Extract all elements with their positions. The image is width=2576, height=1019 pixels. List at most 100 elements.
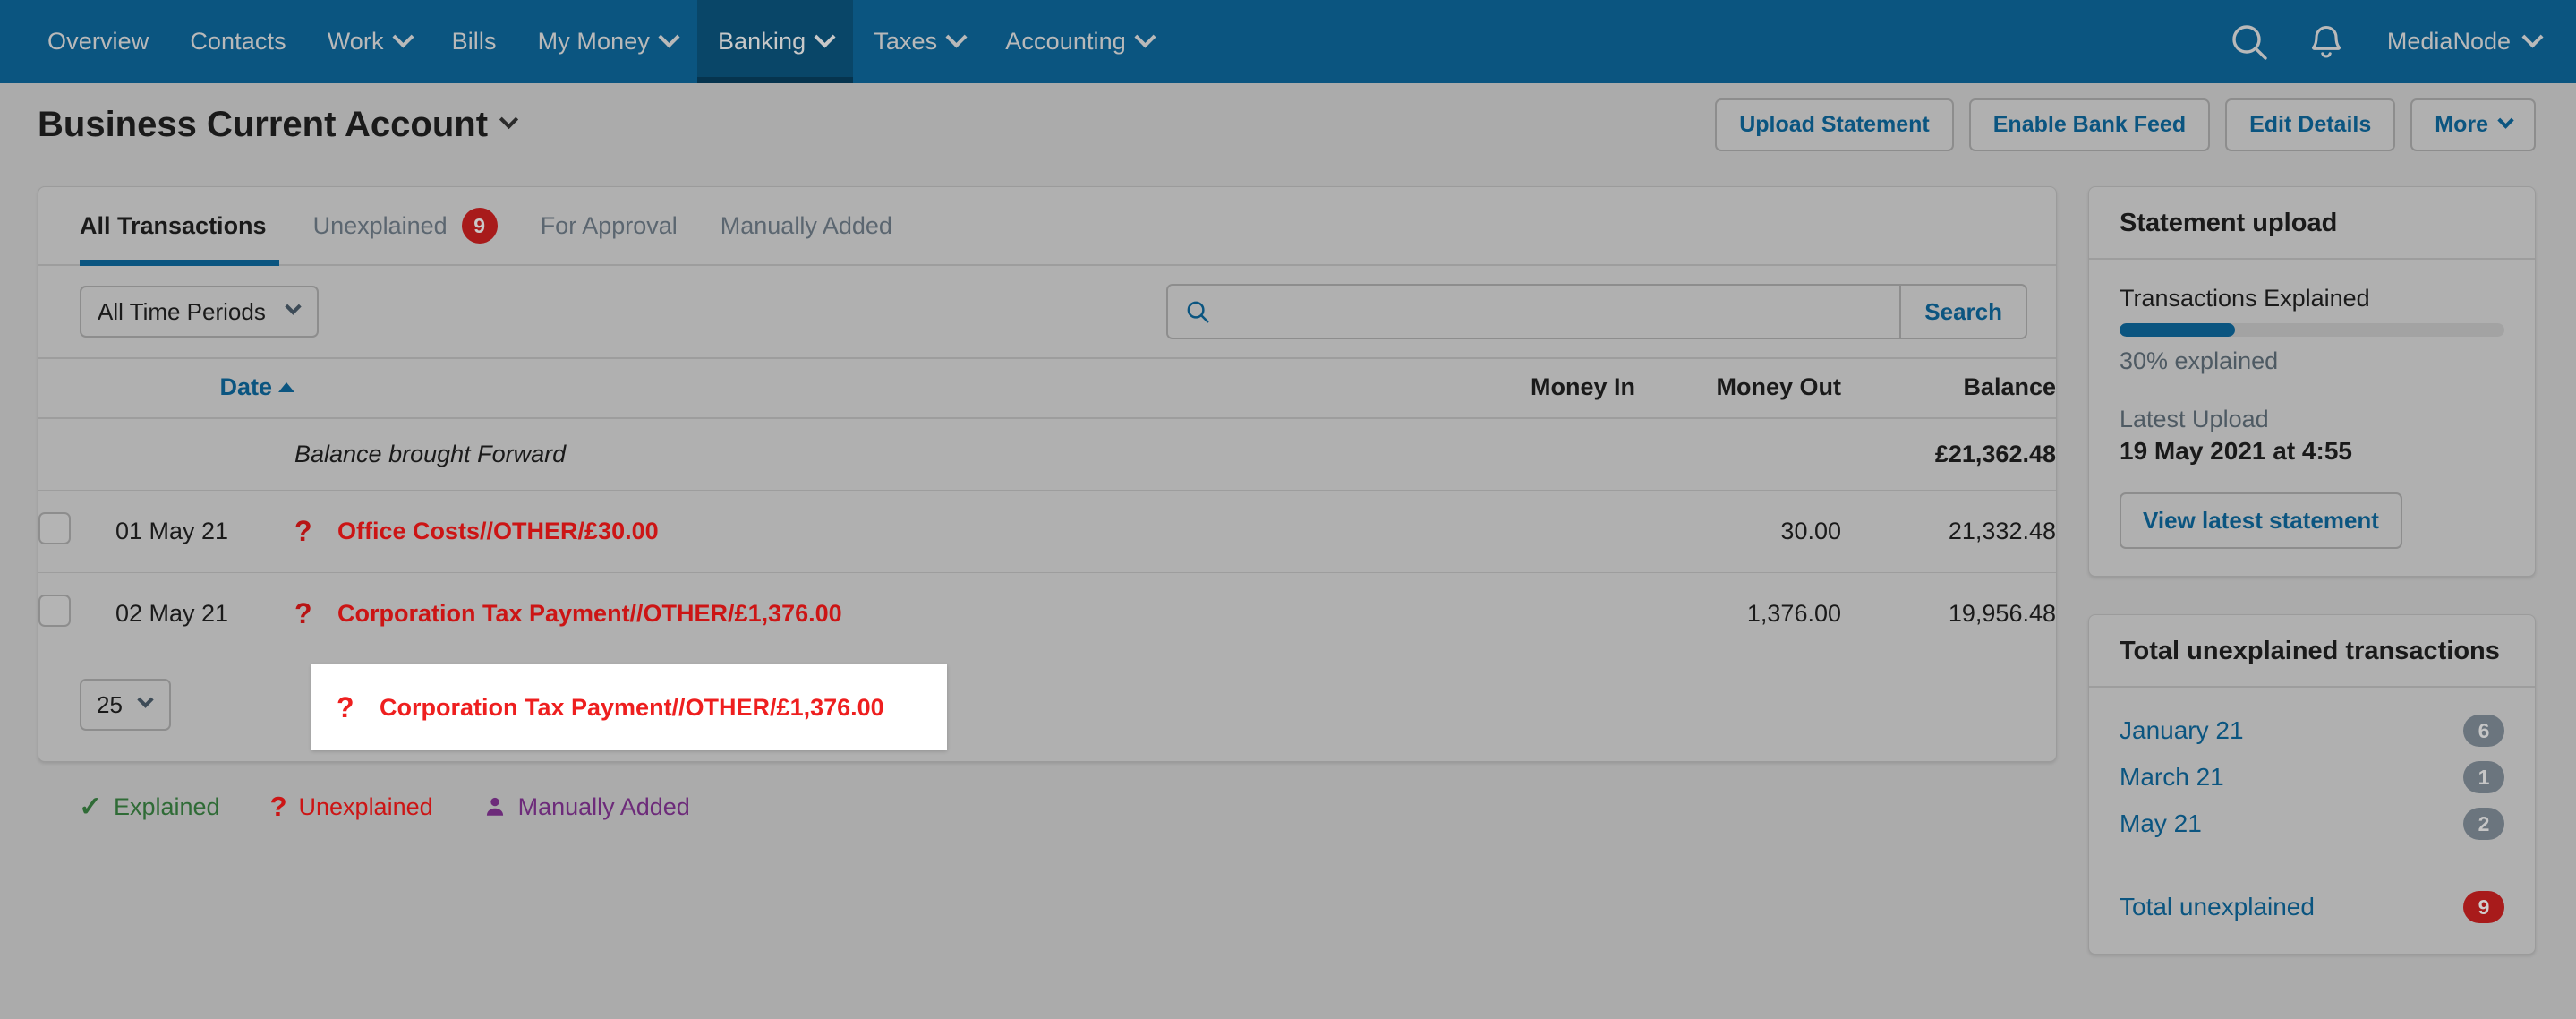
tab-for-approval[interactable]: For Approval (519, 187, 699, 264)
page-title[interactable]: Business Current Account (38, 105, 519, 145)
chevron-down-icon (1134, 26, 1156, 48)
search-icon[interactable] (2224, 17, 2274, 67)
nav-item-accounting[interactable]: Accounting (985, 0, 1173, 83)
search-input-wrap (1168, 286, 1900, 338)
time-period-select[interactable]: All Time Periods (80, 286, 319, 338)
transactions-tabbar: All Transactions Unexplained 9 For Appro… (38, 187, 2056, 266)
total-unexplained-card: Total unexplained transactions January 2… (2088, 614, 2536, 955)
page-title-text: Business Current Account (38, 105, 489, 144)
header-select-all (38, 357, 115, 419)
transaction-tooltip-popup[interactable]: ? Corporation Tax Payment//OTHER/£1,376.… (311, 664, 947, 750)
primary-nav: Overview Contacts Work Bills My Money Ba… (27, 0, 1173, 83)
nav-label: Contacts (190, 28, 286, 55)
total-unexplained-row: Total unexplained 9 (2120, 889, 2504, 927)
chevron-down-icon (2497, 112, 2514, 129)
user-name: MediaNode (2386, 28, 2511, 55)
row-checkbox[interactable] (38, 595, 71, 627)
tab-label: All Transactions (80, 211, 267, 239)
transactions-explained-label: Transactions Explained (2120, 285, 2370, 312)
nav-label: Bills (451, 28, 497, 55)
cell-description: Balance brought Forward (294, 418, 1429, 491)
page-body: All Transactions Unexplained 9 For Appro… (0, 167, 2576, 992)
nav-item-contacts[interactable]: Contacts (169, 0, 306, 83)
button-label: Enable Bank Feed (1992, 112, 2187, 137)
unexplained-month-link[interactable]: January 21 (2120, 716, 2244, 745)
search-button[interactable]: Search (1899, 286, 2026, 338)
nav-utilities: MediaNode (2224, 0, 2549, 83)
tab-unexplained[interactable]: Unexplained 9 (292, 187, 519, 264)
unexplained-month-row: March 21 1 (2120, 759, 2504, 806)
nav-label: Taxes (874, 28, 938, 55)
explained-progress-bar (2120, 323, 2504, 337)
unexplained-month-row: May 21 2 (2120, 806, 2504, 852)
button-label: Upload Statement (1739, 112, 1930, 137)
unexplained-count-badge: 9 (461, 208, 498, 244)
nav-item-work[interactable]: Work (307, 0, 431, 83)
explained-progress-text: 30% explained (2120, 347, 2279, 374)
nav-label: Banking (717, 28, 806, 55)
chevron-down-icon (2521, 26, 2544, 48)
table-row: 01 May 21 ? Office Costs//OTHER/£30.00 3… (38, 490, 2056, 573)
transaction-description-link[interactable]: Office Costs//OTHER/£30.00 (337, 518, 659, 545)
view-latest-statement-button[interactable]: View latest statement (2120, 492, 2402, 549)
top-navigation-bar: Overview Contacts Work Bills My Money Ba… (0, 0, 2576, 83)
cell-date (115, 418, 294, 491)
upload-statement-button[interactable]: Upload Statement (1715, 98, 1954, 151)
chevron-down-icon (392, 26, 414, 48)
brought-forward-label: Balance brought Forward (294, 441, 567, 467)
button-label: More (2435, 112, 2488, 137)
time-period-select-wrap: All Time Periods (80, 286, 319, 338)
chevron-down-icon[interactable] (499, 109, 519, 130)
latest-upload-value: 19 May 2021 at 4:55 (2120, 437, 2352, 465)
latest-upload-label: Latest Upload (2120, 406, 2269, 432)
edit-details-button[interactable]: Edit Details (2225, 98, 2396, 151)
header-date-label: Date (219, 373, 272, 400)
tab-all-transactions[interactable]: All Transactions (80, 187, 292, 266)
tooltip-transaction-description-link[interactable]: Corporation Tax Payment//OTHER/£1,376.00 (380, 694, 884, 722)
legend-label: Unexplained (298, 792, 433, 820)
question-icon: ? (269, 791, 287, 822)
nav-item-bills[interactable]: Bills (431, 0, 517, 83)
enable-bank-feed-button[interactable]: Enable Bank Feed (1968, 98, 2211, 151)
header-description (294, 357, 1429, 419)
page-size-select[interactable]: 25 (80, 679, 171, 731)
sidebar: Statement upload Transactions Explained … (2088, 186, 2536, 992)
total-unexplained-title: Total unexplained transactions (2089, 615, 2535, 688)
table-row: 02 May 21 ? Corporation Tax Payment//OTH… (38, 572, 2056, 655)
cell-balance: £21,362.48 (1841, 418, 2056, 491)
total-unexplained-link[interactable]: Total unexplained (2120, 893, 2315, 921)
cell-date: 02 May 21 (115, 572, 294, 655)
cell-balance: 21,332.48 (1841, 490, 2056, 573)
row-checkbox[interactable] (38, 512, 71, 544)
unexplained-month-link[interactable]: May 21 (2120, 809, 2202, 838)
nav-item-my-money[interactable]: My Money (517, 0, 697, 83)
more-button[interactable]: More (2410, 98, 2536, 151)
nav-label: Work (327, 28, 384, 55)
unexplained-month-link[interactable]: March 21 (2120, 763, 2224, 792)
nav-item-taxes[interactable]: Taxes (853, 0, 985, 83)
explained-progress-fill (2120, 323, 2235, 337)
nav-item-banking[interactable]: Banking (696, 0, 854, 83)
tab-label: For Approval (540, 211, 678, 239)
nav-item-overview[interactable]: Overview (27, 0, 169, 83)
transaction-description-link[interactable]: Corporation Tax Payment//OTHER/£1,376.00 (337, 600, 842, 628)
bell-icon[interactable] (2301, 17, 2351, 67)
table-head: Date Money In Money Out Balance (38, 357, 2056, 419)
cell-money-in (1429, 572, 1635, 655)
unexplained-question-icon: ? (294, 597, 312, 629)
cell-description: ? Office Costs//OTHER/£30.00 (294, 490, 1429, 573)
balance-brought-forward-row: Balance brought Forward £21,362.48 (38, 418, 2056, 491)
user-menu[interactable]: MediaNode (2378, 26, 2544, 56)
search-input[interactable] (1222, 296, 1884, 327)
legend-item-unexplained: ? Unexplained (270, 791, 433, 823)
tab-label: Unexplained (312, 211, 448, 239)
table-header-row: Date Money In Money Out Balance (38, 357, 2056, 419)
date-sort-link[interactable]: Date (219, 373, 294, 401)
check-icon: ✓ (79, 791, 102, 822)
page-size-select-wrap: 25 (80, 679, 171, 731)
transactions-table: Date Money In Money Out Balance Balance … (38, 357, 2056, 655)
tab-manually-added[interactable]: Manually Added (699, 187, 914, 264)
nav-label: Overview (47, 28, 149, 55)
header-date: Date (115, 357, 294, 419)
unexplained-month-count: 2 (2463, 808, 2504, 840)
